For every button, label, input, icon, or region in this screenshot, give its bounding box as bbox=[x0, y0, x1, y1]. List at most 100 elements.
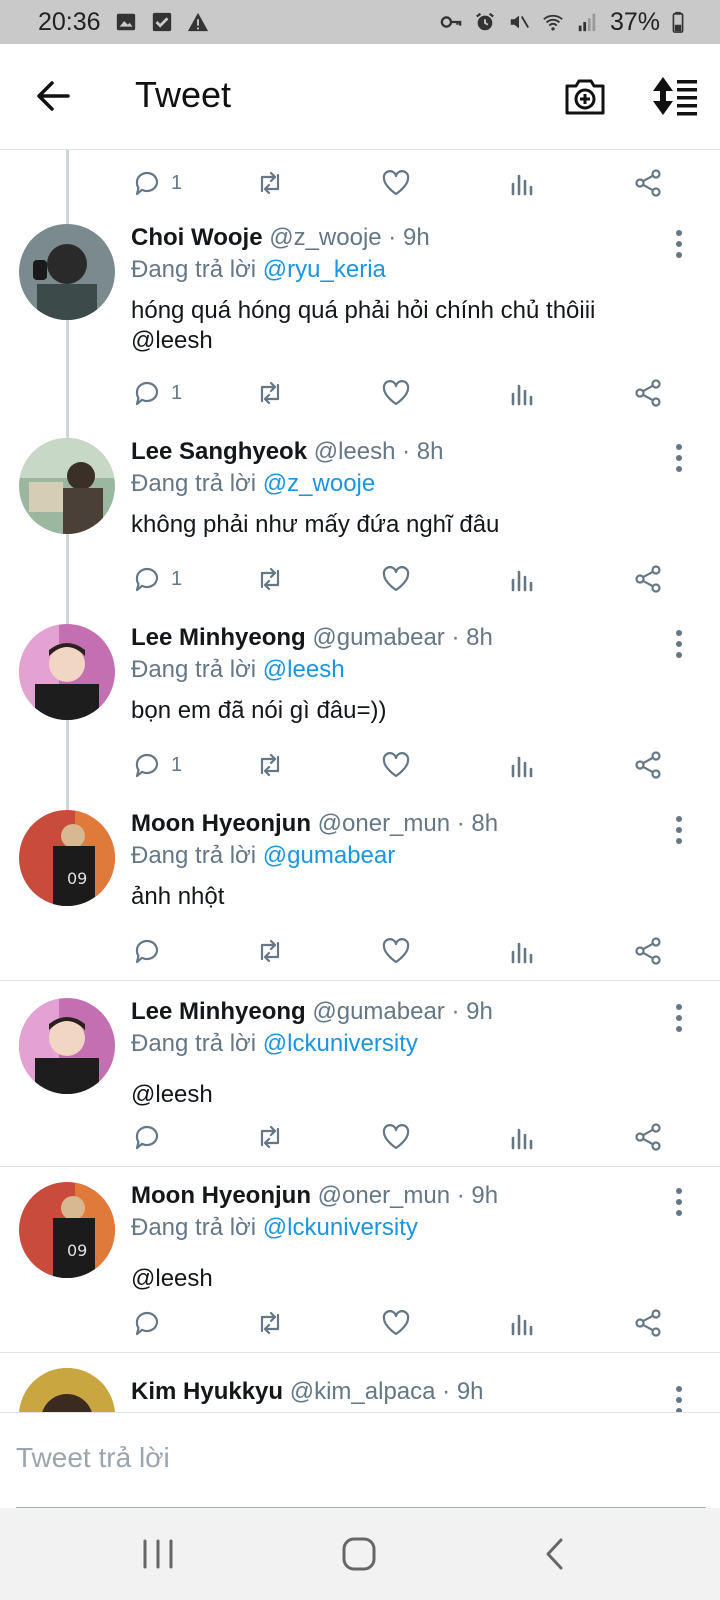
replying-to-mention[interactable]: @gumabear bbox=[263, 842, 395, 869]
reply-action[interactable] bbox=[131, 1120, 171, 1154]
display-name[interactable]: Kim Hyukkyu bbox=[131, 1378, 283, 1405]
display-name[interactable]: Moon Hyeonjun bbox=[131, 810, 311, 837]
avatar[interactable] bbox=[19, 624, 115, 720]
check-square-icon bbox=[151, 11, 173, 33]
share-icon[interactable] bbox=[632, 376, 664, 410]
share-icon[interactable] bbox=[632, 1120, 664, 1154]
heart-icon[interactable] bbox=[380, 166, 412, 200]
display-name[interactable]: Moon Hyeonjun bbox=[131, 1182, 311, 1209]
replying-to-label: Đang trả lời bbox=[131, 842, 263, 869]
sort-icon[interactable] bbox=[652, 76, 698, 116]
share-icon[interactable] bbox=[632, 166, 664, 200]
tweet-mention[interactable]: @leesh bbox=[131, 1264, 691, 1294]
status-time: 20:36 bbox=[38, 7, 101, 36]
replying-to-mention[interactable]: @ryu_keria bbox=[263, 256, 386, 283]
more-vert-icon[interactable] bbox=[669, 1002, 689, 1034]
handle-time: @z_wooje · 9h bbox=[269, 224, 430, 251]
divider bbox=[0, 1166, 720, 1167]
replying-to-mention[interactable]: @lckuniversity bbox=[263, 1214, 418, 1241]
reply-action[interactable]: 1 bbox=[131, 748, 182, 782]
heart-icon[interactable] bbox=[380, 562, 412, 596]
reply-action[interactable]: 1 bbox=[131, 166, 182, 200]
analytics-icon[interactable] bbox=[506, 934, 538, 968]
home-icon[interactable] bbox=[339, 1534, 379, 1574]
retweet-icon[interactable] bbox=[254, 562, 286, 596]
replying-to: Đang trả lời @ryu_keria bbox=[131, 256, 386, 284]
tweet-actions: 1 bbox=[0, 368, 720, 416]
svg-text:09: 09 bbox=[67, 869, 87, 888]
reply-count: 1 bbox=[171, 171, 183, 194]
tweet-text: hóng quá hóng quá phải hỏi chính chủ thô… bbox=[131, 297, 596, 324]
handle-time: @oner_mun · 8h bbox=[317, 810, 499, 837]
tweet-mention[interactable]: @leesh bbox=[131, 326, 691, 356]
avatar[interactable]: 09 bbox=[19, 1182, 115, 1278]
retweet-icon[interactable] bbox=[254, 1306, 286, 1340]
replying-to-label: Đang trả lời bbox=[131, 656, 263, 683]
display-name[interactable]: Lee Sanghyeok bbox=[131, 438, 307, 465]
analytics-icon[interactable] bbox=[506, 562, 538, 596]
reply-feed[interactable]: 1 Choi Wooje @z_wooje · 9h Đang trả lời @… bbox=[0, 150, 720, 1412]
analytics-icon[interactable] bbox=[506, 166, 538, 200]
more-vert-icon[interactable] bbox=[669, 1384, 689, 1412]
back-chevron-icon[interactable] bbox=[536, 1534, 576, 1574]
reply-action[interactable]: 1 bbox=[131, 562, 182, 596]
heart-icon[interactable] bbox=[380, 1120, 412, 1154]
svg-text:09: 09 bbox=[67, 1241, 87, 1260]
status-bar: 20:36 37% bbox=[0, 0, 720, 44]
reply-input[interactable] bbox=[16, 1435, 704, 1481]
replying-to-label: Đang trả lời bbox=[131, 1214, 263, 1241]
heart-icon[interactable] bbox=[380, 934, 412, 968]
retweet-icon[interactable] bbox=[254, 1120, 286, 1154]
replying-to-label: Đang trả lời bbox=[131, 256, 263, 283]
tweet-header: Lee Sanghyeok @leesh · 8h bbox=[131, 438, 444, 470]
arrow-left-icon[interactable] bbox=[32, 76, 72, 116]
analytics-icon[interactable] bbox=[506, 376, 538, 410]
avatar[interactable]: 09 bbox=[19, 810, 115, 906]
replying-to: Đang trả lời @lckuniversity bbox=[131, 1214, 418, 1242]
display-name[interactable]: Choi Wooje bbox=[131, 224, 263, 251]
avatar[interactable] bbox=[19, 998, 115, 1094]
more-vert-icon[interactable] bbox=[669, 628, 689, 660]
tweet-mention[interactable]: @leesh bbox=[131, 1080, 691, 1110]
avatar[interactable] bbox=[19, 1368, 115, 1412]
key-icon bbox=[440, 11, 462, 33]
recents-icon[interactable] bbox=[138, 1534, 178, 1574]
camera-plus-icon[interactable] bbox=[563, 74, 607, 118]
display-name[interactable]: Lee Minhyeong bbox=[131, 998, 306, 1025]
retweet-icon[interactable] bbox=[254, 748, 286, 782]
display-name[interactable]: Lee Minhyeong bbox=[131, 624, 306, 651]
tweet-header: Lee Minhyeong @gumabear · 9h bbox=[131, 998, 493, 1030]
analytics-icon[interactable] bbox=[506, 1120, 538, 1154]
reply-action[interactable]: 1 bbox=[131, 376, 182, 410]
analytics-icon[interactable] bbox=[506, 1306, 538, 1340]
retweet-icon[interactable] bbox=[254, 166, 286, 200]
avatar[interactable] bbox=[19, 438, 115, 534]
share-icon[interactable] bbox=[632, 1306, 664, 1340]
tweet-partial[interactable]: Kim Hyukkyu @kim_alpaca · 9h bbox=[0, 1360, 720, 1412]
replying-to-mention[interactable]: @leesh bbox=[263, 656, 345, 683]
more-vert-icon[interactable] bbox=[669, 442, 689, 474]
heart-icon[interactable] bbox=[380, 376, 412, 410]
heart-icon[interactable] bbox=[380, 748, 412, 782]
replying-to-label: Đang trả lời bbox=[131, 1030, 263, 1057]
divider bbox=[0, 1352, 720, 1353]
analytics-icon[interactable] bbox=[506, 748, 538, 782]
more-vert-icon[interactable] bbox=[669, 1186, 689, 1218]
avatar[interactable] bbox=[19, 224, 115, 320]
share-icon[interactable] bbox=[632, 748, 664, 782]
tweet-header: Kim Hyukkyu @kim_alpaca · 9h bbox=[131, 1378, 484, 1410]
retweet-icon[interactable] bbox=[254, 934, 286, 968]
share-icon[interactable] bbox=[632, 934, 664, 968]
more-vert-icon[interactable] bbox=[669, 228, 689, 260]
retweet-icon[interactable] bbox=[254, 376, 286, 410]
handle-time: @gumabear · 8h bbox=[312, 624, 493, 651]
replying-to-mention[interactable]: @z_wooje bbox=[263, 470, 375, 497]
heart-icon[interactable] bbox=[380, 1306, 412, 1340]
share-icon[interactable] bbox=[632, 562, 664, 596]
handle-time: @gumabear · 9h bbox=[312, 998, 493, 1025]
reply-action[interactable] bbox=[131, 1306, 171, 1340]
more-vert-icon[interactable] bbox=[669, 814, 689, 846]
reply-action[interactable] bbox=[131, 934, 171, 968]
replying-to-mention[interactable]: @lckuniversity bbox=[263, 1030, 418, 1057]
mute-icon bbox=[508, 11, 530, 33]
